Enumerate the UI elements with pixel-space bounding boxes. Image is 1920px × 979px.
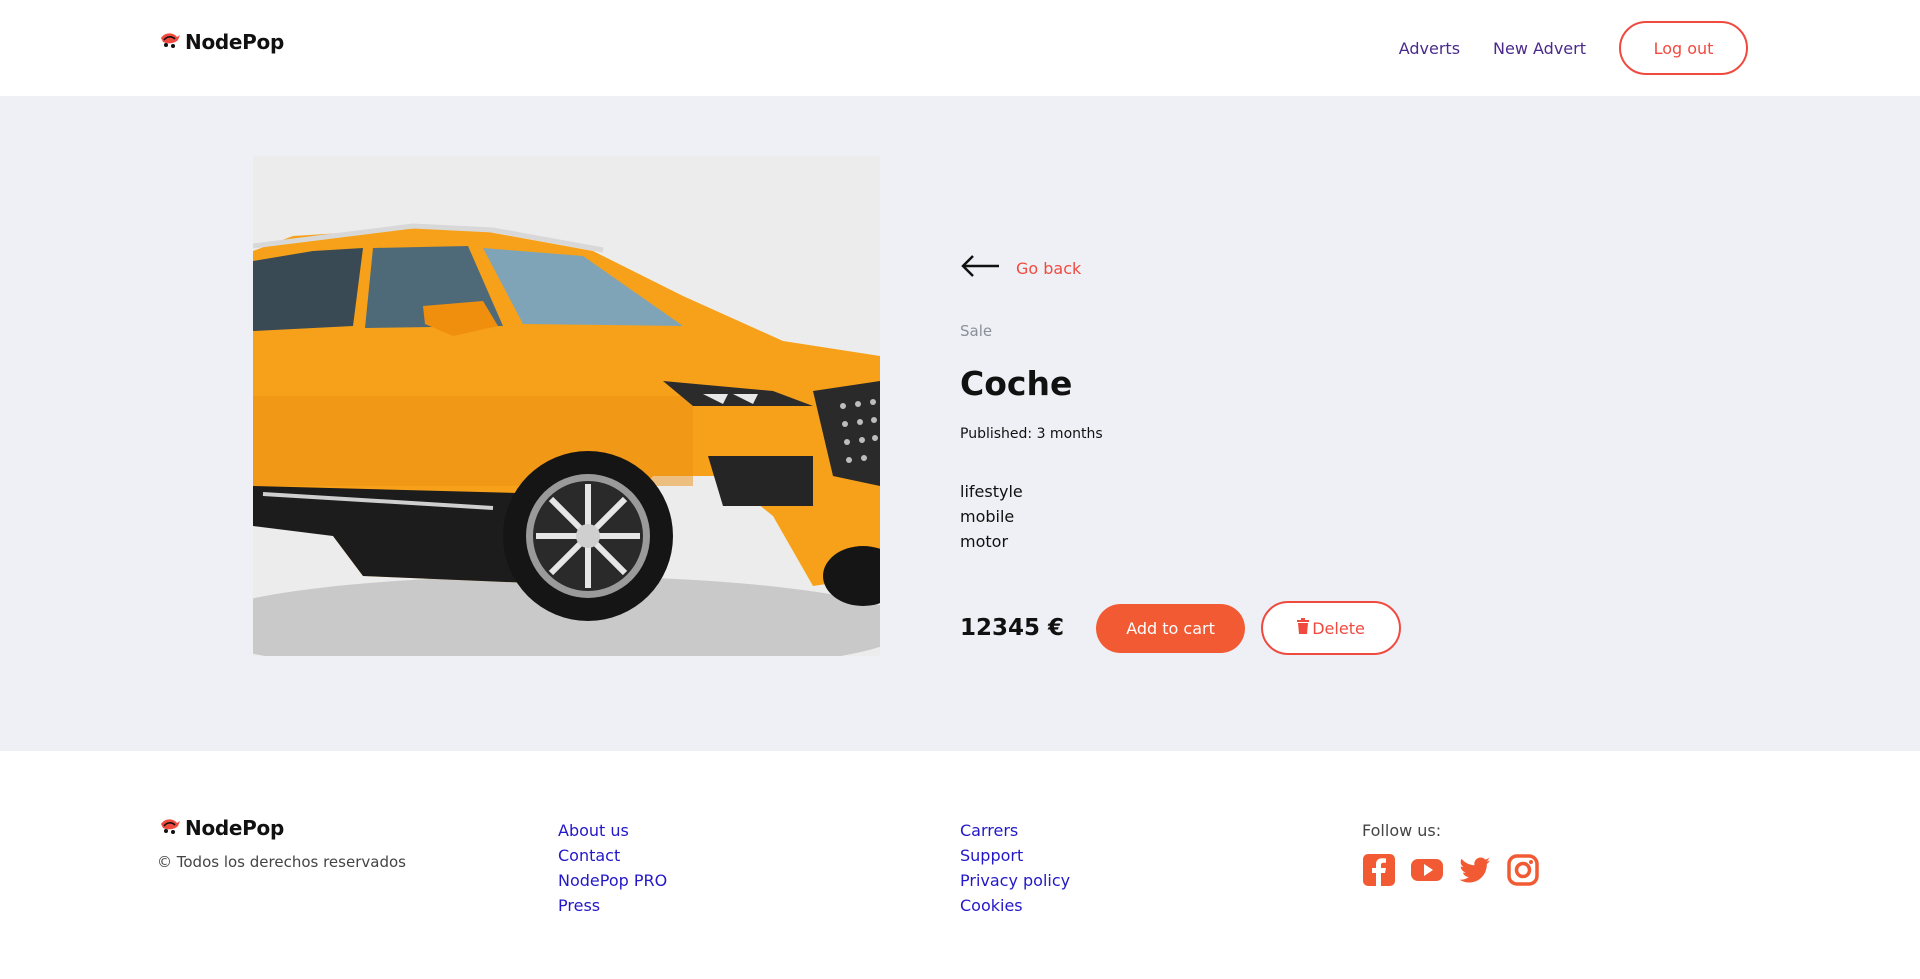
nodepop-logo-icon — [158, 30, 182, 54]
top-header: NodePop Adverts New Advert Log out — [0, 0, 1920, 96]
nodepop-logo-icon — [158, 816, 182, 840]
footer-links-company: About us Contact NodePop PRO Press — [558, 818, 667, 918]
footer-brand-name: NodePop — [185, 816, 284, 840]
tag-item: lifestyle — [960, 482, 1023, 501]
footer-link-privacy-policy[interactable]: Privacy policy — [960, 868, 1070, 893]
published-date: Published: 3 months — [960, 426, 1103, 442]
footer-link-nodepop-pro[interactable]: NodePop PRO — [558, 868, 667, 893]
brand-name: NodePop — [185, 30, 284, 54]
site-footer: NodePop © Todos los derechos reservados … — [0, 751, 1920, 979]
follow-us-section: Follow us: — [1362, 818, 1540, 887]
footer-link-carrers[interactable]: Carrers — [960, 818, 1070, 843]
tag-list: lifestyle mobile motor — [960, 479, 1023, 554]
add-to-cart-button[interactable]: Add to cart — [1096, 603, 1246, 653]
social-links — [1362, 853, 1540, 887]
nav-adverts-link[interactable]: Adverts — [1399, 39, 1460, 58]
advert-photo — [253, 156, 880, 656]
footer-link-support[interactable]: Support — [960, 843, 1070, 868]
arrow-left-icon — [960, 254, 1000, 282]
delete-button[interactable]: Delete — [1261, 601, 1402, 655]
facebook-icon[interactable] — [1362, 853, 1396, 887]
main-nav: Adverts New Advert Log out — [1399, 21, 1748, 75]
purchase-row: 12345 € Add to cart Delete — [960, 601, 1402, 655]
instagram-icon[interactable] — [1506, 853, 1540, 887]
advert-title: Coche — [960, 364, 1073, 403]
footer-link-contact[interactable]: Contact — [558, 843, 667, 868]
footer-link-press[interactable]: Press — [558, 893, 667, 918]
copyright-text: © Todos los derechos reservados — [157, 853, 406, 871]
footer-link-about-us[interactable]: About us — [558, 818, 667, 843]
footer-links-legal: Carrers Support Privacy policy Cookies — [960, 818, 1070, 918]
advert-detail-section: Go back Sale Coche Published: 3 months l… — [0, 96, 1920, 751]
footer-link-cookies[interactable]: Cookies — [960, 893, 1070, 918]
advert-price: 12345 € — [960, 615, 1065, 641]
tag-item: mobile — [960, 507, 1015, 526]
go-back-link[interactable]: Go back — [960, 254, 1081, 282]
logout-button[interactable]: Log out — [1619, 21, 1748, 75]
follow-us-label: Follow us: — [1362, 821, 1442, 840]
footer-brand-logo[interactable]: NodePop — [158, 816, 284, 840]
brand-logo[interactable]: NodePop — [158, 30, 284, 54]
trash-icon — [1297, 618, 1310, 638]
go-back-label: Go back — [1016, 258, 1082, 278]
tag-item: motor — [960, 532, 1009, 551]
delete-label: Delete — [1312, 618, 1365, 638]
nav-new-advert-link[interactable]: New Advert — [1493, 39, 1586, 58]
advert-type: Sale — [960, 322, 993, 340]
twitter-icon[interactable] — [1458, 853, 1492, 887]
youtube-icon[interactable] — [1410, 853, 1444, 887]
